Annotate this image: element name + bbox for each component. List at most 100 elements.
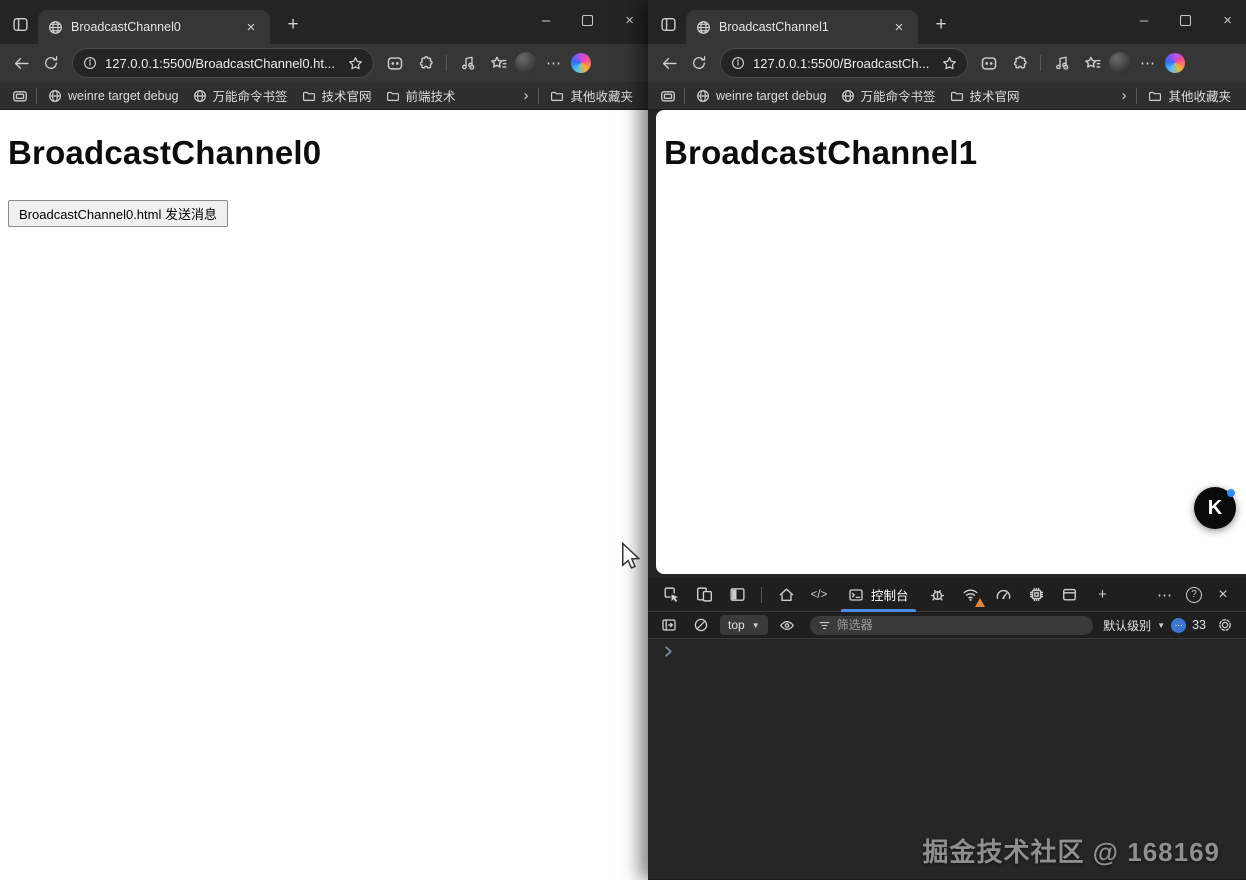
issues-count: 33 (1192, 618, 1206, 632)
console-tab[interactable]: 控制台 (839, 578, 918, 612)
folder-icon (950, 91, 963, 101)
bookmark-star-icon[interactable] (348, 56, 363, 71)
devtools-help-icon[interactable]: ? (1186, 586, 1202, 603)
bookmarks-overflow-icon[interactable]: › (1115, 87, 1132, 104)
workspaces-icon[interactable] (656, 12, 680, 36)
settings-more-icon[interactable]: ⋯ (1135, 50, 1161, 76)
webpage-broadcastchannel0: BroadcastChannel0 BroadcastChannel0.html… (0, 110, 648, 880)
dock-side-icon[interactable] (724, 582, 750, 608)
more-tools-plus-icon[interactable]: + (1090, 582, 1116, 608)
devtools-divider (761, 586, 762, 603)
back-icon[interactable] (656, 50, 682, 76)
bookmark-item[interactable]: weinre target debug (41, 86, 186, 106)
folder-icon (302, 91, 315, 101)
console-filter[interactable] (809, 615, 1094, 635)
bookmark-folder[interactable]: 前端技术 (379, 83, 463, 108)
minimize-button[interactable]: – (542, 12, 550, 29)
other-favorites-folder[interactable]: 其他收藏夹 (543, 83, 640, 108)
window-controls: – × (542, 12, 634, 29)
bookmark-item[interactable]: weinre target debug (689, 86, 834, 106)
favorites-hub-icon[interactable] (485, 50, 511, 76)
bookmark-item[interactable]: 万能命令书签 (186, 83, 295, 108)
issues-bug-icon[interactable] (925, 582, 951, 608)
issues-bubble-icon[interactable]: ⋯ (1171, 617, 1187, 633)
inspect-element-icon[interactable] (658, 582, 684, 608)
bookmark-star-icon[interactable] (942, 56, 957, 71)
profile-avatar[interactable] (1109, 52, 1131, 74)
tab-close-icon[interactable]: × (890, 18, 908, 36)
new-tab-button[interactable]: + (928, 12, 954, 38)
folder-icon (1149, 91, 1162, 101)
elements-tab-icon[interactable]: </> (806, 582, 832, 608)
favorites-hub-icon[interactable] (1079, 50, 1105, 76)
globe-icon (841, 89, 854, 102)
bookmarks-overflow-icon[interactable]: › (517, 87, 534, 104)
performance-tab-icon[interactable] (991, 582, 1017, 608)
address-bar[interactable]: 127.0.0.1:5500/BroadcastCh... (720, 48, 968, 78)
maximize-button[interactable] (582, 15, 594, 26)
browser-tab[interactable]: BroadcastChannel0 × (38, 10, 270, 44)
copilot-icon[interactable] (571, 53, 591, 73)
console-icon (849, 588, 863, 601)
settings-more-icon[interactable]: ⋯ (541, 50, 567, 76)
window-close-button[interactable]: × (625, 12, 634, 29)
maximize-button[interactable] (1180, 15, 1192, 26)
extensions-puzzle-icon[interactable] (1006, 50, 1032, 76)
filter-input[interactable] (836, 618, 1086, 632)
memory-tab-icon[interactable] (1024, 582, 1050, 608)
bookmark-folder[interactable]: 技术官网 (943, 83, 1027, 108)
context-selector[interactable]: top ▼ (720, 615, 768, 635)
console-sidebar-icon[interactable] (656, 612, 682, 638)
other-favorites-folder[interactable]: 其他收藏夹 (1141, 83, 1238, 108)
extension-robot-icon[interactable] (976, 50, 1002, 76)
refresh-icon[interactable] (38, 50, 64, 76)
browser-window-right: BroadcastChannel1 × + – × 127.0.0.1:5500… (648, 0, 1246, 880)
workspaces-icon[interactable] (8, 12, 32, 36)
window-close-button[interactable]: × (1223, 12, 1232, 29)
extensions-puzzle-icon[interactable] (412, 50, 438, 76)
application-tab-icon[interactable] (1057, 582, 1083, 608)
console-output-area[interactable]: 掘金技术社区 @ 168169 (648, 639, 1246, 879)
browser-tab[interactable]: BroadcastChannel1 × (686, 10, 918, 44)
refresh-icon[interactable] (686, 50, 712, 76)
device-emulation-icon[interactable] (691, 582, 717, 608)
watermark-text: 掘金技术社区 @ 168169 (922, 837, 1220, 867)
copilot-icon[interactable] (1165, 53, 1185, 73)
globe-icon (49, 89, 61, 102)
toolbar-divider (446, 55, 447, 71)
address-bar[interactable]: 127.0.0.1:5500/BroadcastChannel0.ht... (72, 48, 374, 78)
log-level-selector[interactable]: 默认级别 ▼ (1103, 617, 1165, 634)
globe-icon (697, 89, 709, 102)
media-note-icon[interactable] (1049, 50, 1075, 76)
send-message-button[interactable]: BroadcastChannel0.html 发送消息 (8, 200, 228, 227)
site-info-icon[interactable] (83, 56, 97, 70)
site-info-icon[interactable] (731, 56, 745, 70)
devtools-close-icon[interactable]: × (1210, 582, 1236, 608)
bookmarks-divider (1136, 87, 1138, 104)
navigation-toolbar: 127.0.0.1:5500/BroadcastCh... ⋯ (648, 44, 1246, 82)
back-icon[interactable] (8, 50, 34, 76)
bookmarks-bar: weinre target debug 万能命令书签 技术官网 › 其他收藏夹 (648, 82, 1246, 110)
welcome-home-icon[interactable] (773, 582, 799, 608)
globe-icon (193, 89, 206, 102)
recorder-logo[interactable]: K (1194, 487, 1236, 529)
profile-avatar[interactable] (515, 52, 537, 74)
console-settings-gear-icon[interactable] (1212, 612, 1238, 638)
apps-icon[interactable] (8, 83, 32, 109)
devtools-tab-bar: </> 控制台 + ⋯ ? × (648, 578, 1246, 612)
tab-close-icon[interactable]: × (242, 18, 260, 36)
network-tab-icon[interactable] (958, 582, 985, 608)
live-expression-eye-icon[interactable] (774, 612, 800, 638)
recording-dot (1227, 489, 1235, 497)
clear-console-icon[interactable] (688, 612, 714, 638)
toolbar-divider (1040, 55, 1041, 71)
new-tab-button[interactable]: + (280, 12, 306, 38)
apps-icon[interactable] (656, 83, 680, 109)
console-prompt-icon (665, 646, 672, 657)
media-note-icon[interactable] (455, 50, 481, 76)
minimize-button[interactable]: – (1140, 12, 1148, 29)
bookmark-folder[interactable]: 技术官网 (295, 83, 379, 108)
bookmark-item[interactable]: 万能命令书签 (834, 83, 943, 108)
devtools-more-icon[interactable]: ⋯ (1152, 582, 1178, 608)
extension-robot-icon[interactable] (382, 50, 408, 76)
